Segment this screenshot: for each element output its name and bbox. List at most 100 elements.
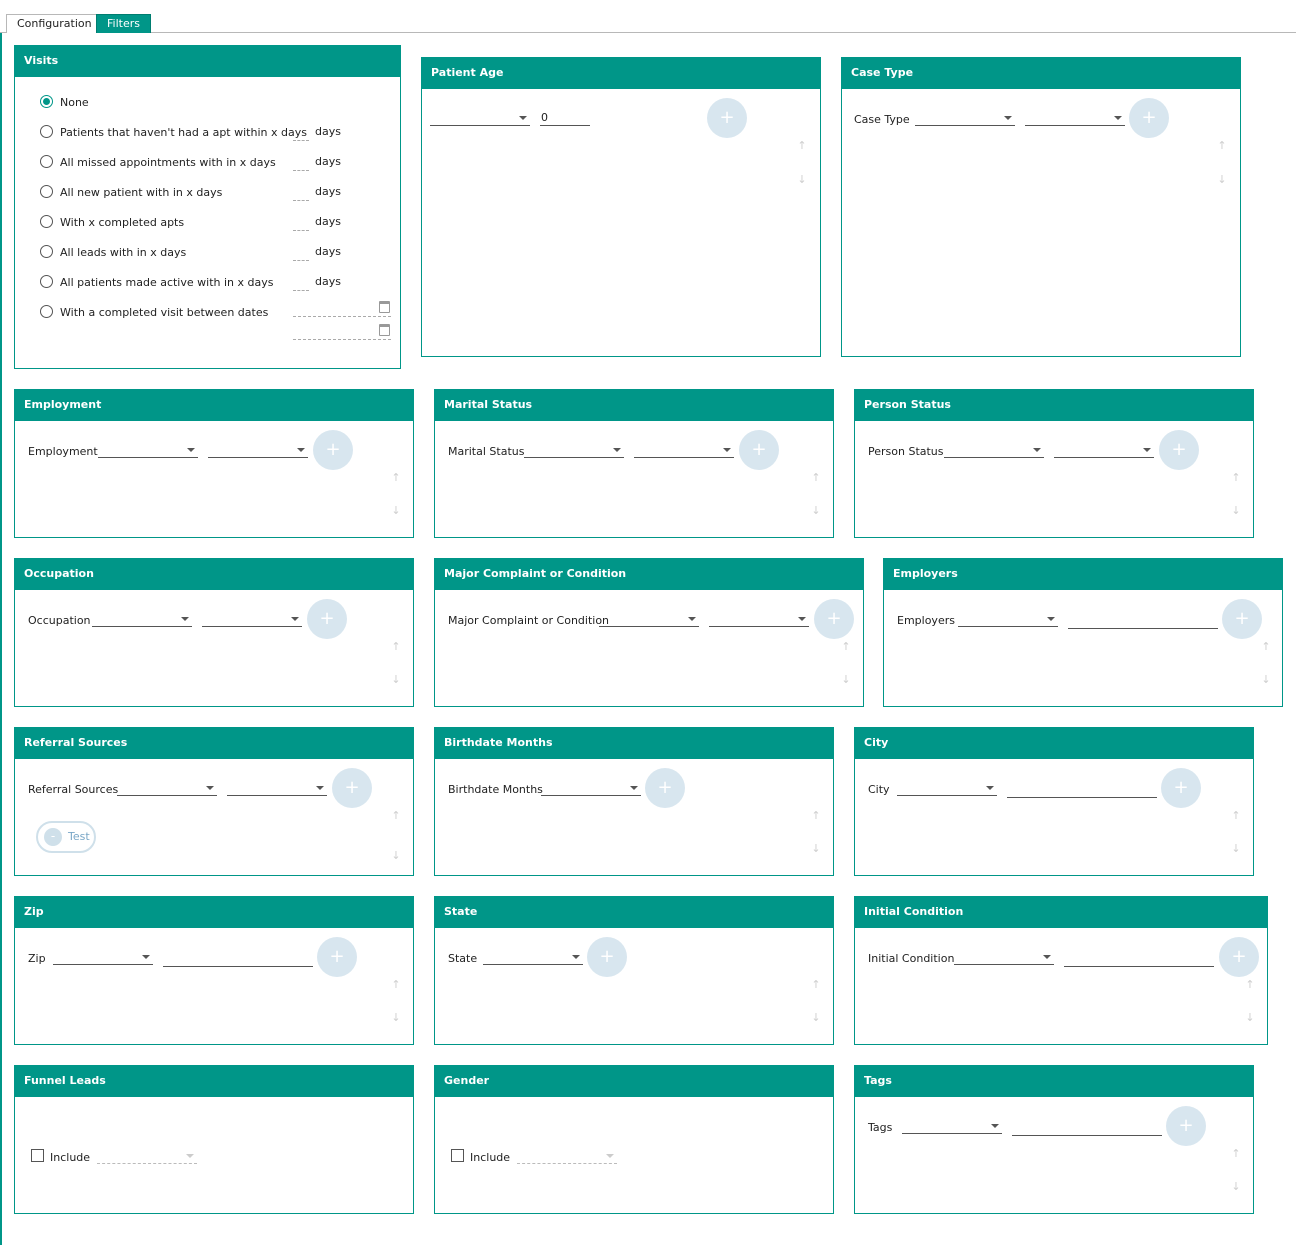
- major-complaint-value-dropdown[interactable]: [709, 613, 809, 627]
- arrow-down-icon[interactable]: ↓: [390, 849, 402, 862]
- filter-chip[interactable]: - Test: [36, 821, 96, 853]
- arrow-down-icon[interactable]: ↓: [810, 842, 822, 855]
- add-button[interactable]: +: [307, 599, 347, 639]
- arrow-up-icon[interactable]: ↑: [1260, 640, 1272, 653]
- start-date-input[interactable]: [293, 301, 391, 317]
- visits-radio-leads[interactable]: [40, 245, 53, 258]
- include-checkbox[interactable]: [451, 1149, 464, 1162]
- add-button[interactable]: +: [317, 937, 357, 977]
- days-input[interactable]: [293, 157, 309, 171]
- minus-icon[interactable]: -: [44, 828, 62, 846]
- days-input[interactable]: [293, 187, 309, 201]
- include-checkbox[interactable]: [31, 1149, 44, 1162]
- add-button[interactable]: +: [1222, 599, 1262, 639]
- state-dropdown[interactable]: [483, 951, 583, 965]
- arrow-up-icon[interactable]: ↑: [810, 471, 822, 484]
- days-input[interactable]: [293, 247, 309, 261]
- tags-operator-dropdown[interactable]: [902, 1120, 1002, 1134]
- arrow-down-icon[interactable]: ↓: [390, 673, 402, 686]
- visits-radio-completed[interactable]: [40, 215, 53, 228]
- case-type-value-dropdown[interactable]: [1025, 112, 1125, 126]
- arrow-up-icon[interactable]: ↑: [1230, 1147, 1242, 1160]
- zip-text-input[interactable]: [163, 951, 313, 967]
- arrow-down-icon[interactable]: ↓: [1230, 1180, 1242, 1193]
- visits-radio-missed[interactable]: [40, 155, 53, 168]
- add-button[interactable]: +: [645, 768, 685, 808]
- arrow-up-icon[interactable]: ↑: [840, 640, 852, 653]
- tab-configuration[interactable]: Configuration: [6, 14, 103, 33]
- arrow-up-icon[interactable]: ↑: [390, 978, 402, 991]
- visits-radio-none[interactable]: [40, 95, 53, 108]
- add-button[interactable]: +: [332, 768, 372, 808]
- employers-operator-dropdown[interactable]: [958, 613, 1058, 627]
- arrow-up-icon[interactable]: ↑: [1244, 978, 1256, 991]
- tags-text-input[interactable]: [1012, 1120, 1162, 1136]
- days-input[interactable]: [293, 277, 309, 291]
- funnel-leads-dropdown[interactable]: [97, 1150, 197, 1164]
- arrow-down-icon[interactable]: ↓: [1244, 1011, 1256, 1024]
- add-button[interactable]: +: [587, 937, 627, 977]
- add-button[interactable]: +: [1219, 937, 1259, 977]
- case-type-operator-dropdown[interactable]: [915, 112, 1015, 126]
- arrow-down-icon[interactable]: ↓: [1230, 842, 1242, 855]
- marital-status-operator-dropdown[interactable]: [524, 444, 624, 458]
- city-text-input[interactable]: [1007, 782, 1157, 798]
- add-button[interactable]: +: [313, 430, 353, 470]
- arrow-up-icon[interactable]: ↑: [1230, 471, 1242, 484]
- initial-condition-operator-dropdown[interactable]: [954, 951, 1054, 965]
- add-button[interactable]: +: [1129, 98, 1169, 138]
- days-input[interactable]: [293, 127, 309, 141]
- arrow-down-icon[interactable]: ↓: [840, 673, 852, 686]
- add-button[interactable]: +: [814, 599, 854, 639]
- arrow-down-icon[interactable]: ↓: [810, 504, 822, 517]
- zip-operator-dropdown[interactable]: [53, 951, 153, 965]
- age-operator-dropdown[interactable]: [430, 112, 530, 126]
- end-date-input[interactable]: [293, 324, 391, 340]
- add-button[interactable]: +: [1161, 768, 1201, 808]
- arrow-down-icon[interactable]: ↓: [1216, 173, 1228, 186]
- referral-sources-value-dropdown[interactable]: [227, 782, 327, 796]
- visits-radio-no-apt[interactable]: [40, 125, 53, 138]
- city-operator-dropdown[interactable]: [897, 782, 997, 796]
- arrow-up-icon[interactable]: ↑: [390, 809, 402, 822]
- arrow-up-icon[interactable]: ↑: [1216, 139, 1228, 152]
- gender-dropdown[interactable]: [517, 1150, 617, 1164]
- visits-radio-new-patient[interactable]: [40, 185, 53, 198]
- add-button[interactable]: +: [707, 98, 747, 138]
- person-status-value-dropdown[interactable]: [1054, 444, 1154, 458]
- birthdate-months-dropdown[interactable]: [541, 782, 641, 796]
- employment-operator-dropdown[interactable]: [98, 444, 198, 458]
- calendar-icon[interactable]: [379, 301, 390, 313]
- arrow-down-icon[interactable]: ↓: [390, 504, 402, 517]
- referral-sources-operator-dropdown[interactable]: [117, 782, 217, 796]
- arrow-down-icon[interactable]: ↓: [796, 173, 808, 186]
- arrow-down-icon[interactable]: ↓: [390, 1011, 402, 1024]
- person-status-operator-dropdown[interactable]: [944, 444, 1044, 458]
- visits-radio-between-dates[interactable]: [40, 305, 53, 318]
- calendar-icon[interactable]: [379, 324, 390, 336]
- arrow-up-icon[interactable]: ↑: [796, 139, 808, 152]
- arrow-up-icon[interactable]: ↑: [390, 471, 402, 484]
- employers-text-input[interactable]: [1068, 613, 1218, 629]
- arrow-up-icon[interactable]: ↑: [810, 809, 822, 822]
- occupation-value-dropdown[interactable]: [202, 613, 302, 627]
- days-input[interactable]: [293, 217, 309, 231]
- arrow-up-icon[interactable]: ↑: [390, 640, 402, 653]
- marital-status-value-dropdown[interactable]: [634, 444, 734, 458]
- add-button[interactable]: +: [739, 430, 779, 470]
- age-value-input[interactable]: 0: [540, 112, 590, 126]
- add-button[interactable]: +: [1159, 430, 1199, 470]
- arrow-up-icon[interactable]: ↑: [1230, 809, 1242, 822]
- arrow-up-icon[interactable]: ↑: [810, 978, 822, 991]
- tab-filters[interactable]: Filters: [96, 14, 151, 33]
- arrow-down-icon[interactable]: ↓: [810, 1011, 822, 1024]
- major-complaint-operator-dropdown[interactable]: [599, 613, 699, 627]
- chevron-down-icon: [291, 617, 299, 621]
- employment-value-dropdown[interactable]: [208, 444, 308, 458]
- arrow-down-icon[interactable]: ↓: [1230, 504, 1242, 517]
- add-button[interactable]: +: [1166, 1106, 1206, 1146]
- initial-condition-text-input[interactable]: [1064, 951, 1214, 967]
- occupation-operator-dropdown[interactable]: [92, 613, 192, 627]
- arrow-down-icon[interactable]: ↓: [1260, 673, 1272, 686]
- visits-radio-made-active[interactable]: [40, 275, 53, 288]
